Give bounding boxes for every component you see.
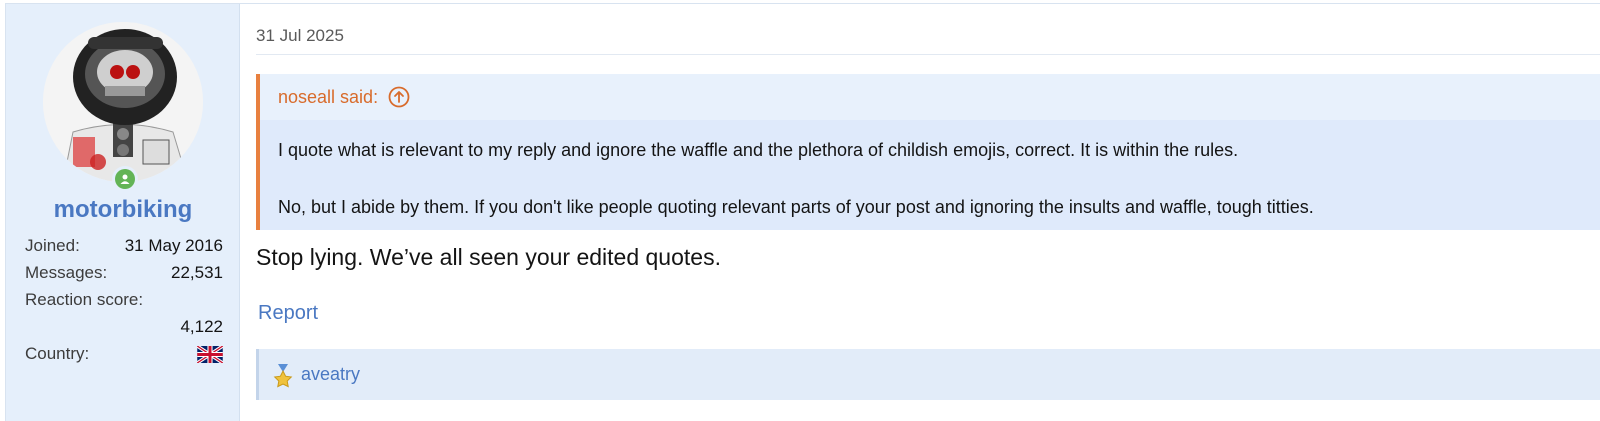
avatar[interactable]	[43, 22, 203, 182]
trophy-icon	[271, 362, 295, 388]
report-link[interactable]: Report	[258, 302, 318, 325]
quote-author[interactable]: noseall said:	[278, 87, 378, 108]
joined-row: Joined: 31 May 2016	[25, 236, 223, 263]
country-label: Country:	[25, 344, 90, 363]
quote-body: I quote what is relevant to my reply and…	[260, 120, 1600, 230]
quote-line: No, but I abide by them. If you don't li…	[278, 197, 1314, 217]
user-stats: Joined: 31 May 2016 Messages: 22,531 Rea…	[25, 236, 224, 371]
joined-value: 31 May 2016	[124, 236, 223, 255]
arrow-up-circle-icon[interactable]	[388, 86, 410, 108]
reactions-bar: aveatry	[256, 349, 1600, 400]
country-row: Country:	[25, 344, 224, 371]
online-status-icon	[112, 166, 138, 192]
reaction-score-row: Reaction score:	[25, 290, 223, 317]
quote-block: noseall said: I quote what is relevant t…	[256, 74, 1600, 230]
post-date[interactable]: 31 Jul 2025	[256, 26, 344, 46]
messages-value: 22,531	[171, 263, 223, 282]
reaction-score-value: 4,122	[180, 317, 223, 336]
reaction-score-label: Reaction score:	[25, 290, 144, 309]
date-divider	[256, 54, 1600, 55]
forum-post: motorbiking Joined: 31 May 2016 Messages…	[5, 3, 1600, 421]
avatar-image	[43, 22, 203, 182]
messages-row: Messages: 22,531	[25, 263, 223, 290]
joined-label: Joined:	[25, 236, 80, 255]
uk-flag-icon	[196, 344, 224, 365]
post-content: 31 Jul 2025 noseall said: I quote what i…	[240, 4, 1600, 421]
user-info-panel: motorbiking Joined: 31 May 2016 Messages…	[6, 4, 240, 421]
quote-line: I quote what is relevant to my reply and…	[278, 140, 1239, 160]
quote-header[interactable]: noseall said:	[260, 74, 1600, 120]
messages-label: Messages:	[25, 263, 108, 282]
username-link[interactable]: motorbiking	[6, 196, 240, 224]
reaction-user-link[interactable]: aveatry	[301, 364, 360, 385]
post-body: Stop lying. We’ve all seen your edited q…	[256, 244, 721, 270]
